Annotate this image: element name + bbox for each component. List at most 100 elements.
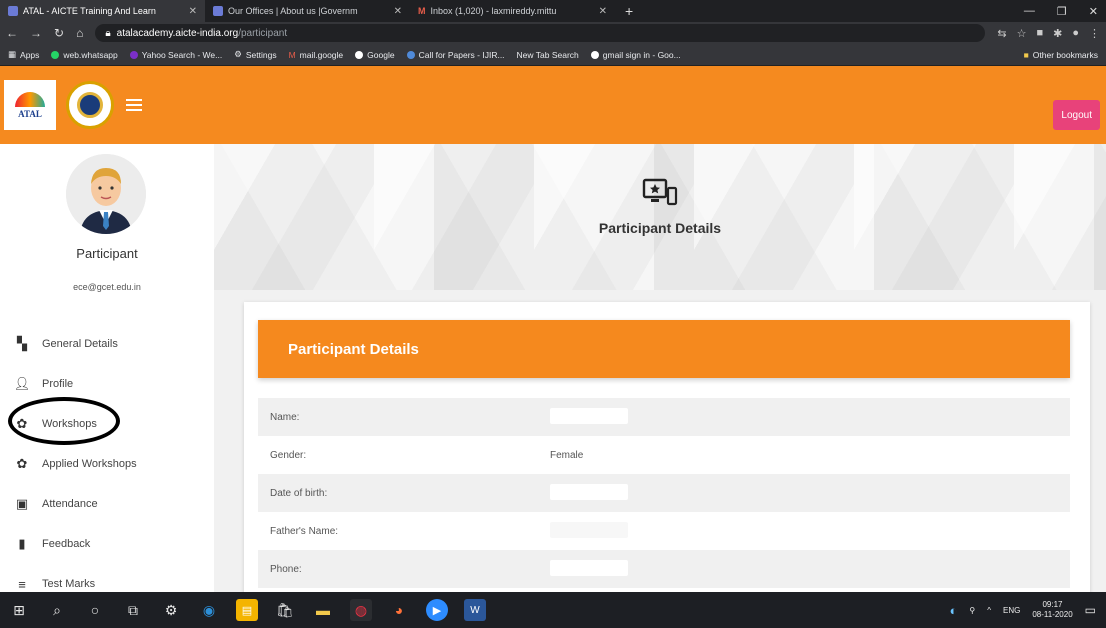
store-icon[interactable]: 🛍︎: [274, 599, 296, 621]
star-icon[interactable]: ☆: [1017, 27, 1027, 40]
back-icon[interactable]: ←: [6, 26, 18, 40]
gmail-icon: M: [288, 49, 296, 60]
windows-taskbar: ⊞ ⌕ ○ ⧉ ⚙ ◉ ▤ 🛍︎ ▬ ◍ ◕ ▶ W ◐ ⚲ ^ ENG 09:…: [0, 592, 1106, 628]
sidebar: Participant ece@gcet.edu.in ▚ General De…: [0, 144, 214, 592]
globe-icon: [406, 50, 415, 59]
table-row: Date of birth:: [258, 474, 1070, 512]
logout-button[interactable]: Logout: [1053, 100, 1100, 130]
bookmark-yahoo[interactable]: Yahoo Search - We...: [129, 50, 222, 60]
monitor-star-icon: [642, 178, 678, 206]
word-icon[interactable]: W: [464, 599, 486, 621]
site-header: ATAL Logout: [0, 66, 1106, 144]
field-label-gender: Gender:: [270, 449, 307, 461]
tray-app-icon[interactable]: ◐: [950, 603, 958, 618]
bookmark-whatsapp[interactable]: web.whatsapp: [51, 50, 118, 60]
apps-grid-icon: ▦: [8, 49, 17, 59]
edge-icon[interactable]: ◉: [198, 599, 220, 621]
aicte-logo: [66, 81, 114, 129]
atal-logo[interactable]: ATAL: [4, 80, 56, 130]
firefox-icon[interactable]: ◕: [388, 599, 410, 621]
sidebar-item-attendance[interactable]: ▣ Attendance: [0, 484, 214, 524]
sidebar-item-profile[interactable]: 👤︎ Profile: [0, 364, 214, 404]
participant-title: Participant: [76, 246, 138, 261]
settings-gear-icon[interactable]: ⚙: [160, 599, 182, 621]
restore-icon[interactable]: ❐: [1057, 5, 1067, 18]
folder-icon: ■: [1023, 49, 1029, 60]
extension-icon[interactable]: ■: [1036, 27, 1043, 40]
people-icon[interactable]: ⚲: [969, 606, 975, 615]
search-icon[interactable]: ⌕: [46, 599, 68, 621]
zoom-icon[interactable]: ▶: [426, 599, 448, 621]
field-value-father-name: [550, 521, 1070, 541]
participant-details-card: Participant Details Name: Gender: Female…: [244, 302, 1090, 592]
home-icon[interactable]: ⌂: [76, 26, 83, 40]
cortana-icon[interactable]: ○: [84, 599, 106, 621]
windows-start-icon[interactable]: ⊞: [8, 599, 30, 621]
file-explorer-icon[interactable]: ▬: [312, 599, 334, 621]
url-path: /participant: [238, 27, 288, 39]
bookmark-call-for-papers[interactable]: Call for Papers - IJIR...: [406, 50, 505, 60]
bookmark-google[interactable]: Google: [355, 50, 395, 60]
close-window-icon[interactable]: ✕: [1089, 5, 1098, 18]
puzzle-icon[interactable]: ✱: [1053, 27, 1062, 40]
redacted-value: [550, 483, 628, 500]
photos-icon[interactable]: ▤: [236, 599, 258, 621]
bookmark-gmail-sign-in[interactable]: gmail sign in - Goo...: [590, 50, 681, 60]
clock[interactable]: 09:17 08-11-2020: [1032, 600, 1072, 620]
notification-icon[interactable]: ▭: [1085, 603, 1096, 617]
url-input[interactable]: 🔒︎ atalacademy.aicte-india.org/participa…: [95, 24, 986, 42]
bookmark-other[interactable]: ■ Other bookmarks: [1024, 50, 1098, 60]
redacted-value: [550, 407, 628, 424]
field-label-phone: Phone:: [270, 563, 302, 575]
translate-icon[interactable]: ⇆: [997, 27, 1006, 40]
sidebar-item-label: General Details: [42, 338, 118, 350]
language-indicator[interactable]: ENG: [1003, 606, 1020, 615]
field-label-name: Name:: [270, 411, 300, 423]
sidebar-item-feedback[interactable]: ▮ Feedback: [0, 524, 214, 564]
close-icon[interactable]: ✕: [189, 6, 197, 17]
bookmark-mail[interactable]: Mmail.google: [289, 50, 344, 60]
sidebar-item-workshops[interactable]: ✿ Workshops: [0, 404, 214, 444]
sidebar-item-label: Feedback: [42, 538, 91, 550]
browser-tab-inbox[interactable]: M Inbox (1,020) - laxmireddy.mittu ✕: [410, 0, 615, 22]
bookmark-new-tab-search[interactable]: New Tab Search: [517, 50, 579, 60]
tab-label: ATAL - AICTE Training And Learn: [23, 6, 156, 16]
menu-dots-icon[interactable]: ⋮: [1089, 27, 1100, 40]
chevron-up-icon[interactable]: ^: [987, 606, 991, 615]
sidebar-item-general-details[interactable]: ▚ General Details: [0, 324, 214, 364]
hamburger-menu-icon[interactable]: [126, 99, 142, 111]
bookmark-settings[interactable]: ⚙ Settings: [234, 49, 276, 60]
table-row: Gender: Female: [258, 436, 1070, 474]
browser-tab-offices[interactable]: Our Offices | About us |Governm ✕: [205, 0, 410, 22]
whatsapp-icon: [51, 50, 60, 59]
gear-icon: ⚙: [234, 49, 242, 59]
field-value-name: [550, 407, 1070, 427]
browser-tab-atal[interactable]: ATAL - AICTE Training And Learn ✕: [0, 0, 205, 22]
table-row: Phone:: [258, 550, 1070, 588]
grid-icon: ▚: [17, 336, 27, 351]
sidebar-item-applied-workshops[interactable]: ✿ Applied Workshops: [0, 444, 214, 484]
extension-icons: ⇆ ☆ ■ ✱ ● ⋮: [997, 27, 1100, 40]
sidebar-item-label: Workshops: [42, 418, 97, 430]
atal-favicon-icon: [8, 6, 18, 16]
applied-workshops-icon: ✿: [16, 456, 28, 471]
chrome-icon[interactable]: ◍: [350, 599, 372, 621]
card-header: Participant Details: [258, 320, 1070, 378]
sidebar-menu: ▚ General Details 👤︎ Profile ✿ Workshops…: [0, 324, 214, 604]
aicte-favicon-icon: [213, 6, 223, 16]
task-view-icon[interactable]: ⧉: [122, 599, 144, 621]
profile-icon[interactable]: ●: [1072, 27, 1079, 40]
yahoo-icon: [129, 50, 138, 59]
sidebar-item-label: Profile: [42, 378, 74, 390]
main-content: Participant Details Participant Details …: [214, 144, 1106, 592]
forward-icon[interactable]: →: [30, 26, 42, 40]
gmail-favicon-icon: M: [418, 6, 426, 16]
workshops-icon: ✿: [16, 416, 28, 431]
sidebar-item-label: Attendance: [42, 498, 98, 510]
new-tab-button[interactable]: +: [615, 3, 643, 19]
bookmark-apps[interactable]: ▦ Apps: [8, 49, 39, 60]
close-icon[interactable]: ✕: [394, 6, 402, 17]
minimize-icon[interactable]: —: [1024, 5, 1035, 18]
reload-icon[interactable]: ↻: [54, 26, 64, 40]
close-icon[interactable]: ✕: [599, 6, 607, 17]
